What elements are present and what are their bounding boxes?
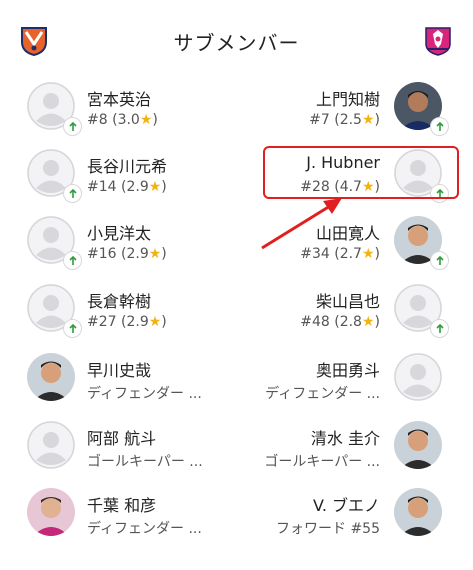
- red-arrow-icon: [261, 198, 342, 250]
